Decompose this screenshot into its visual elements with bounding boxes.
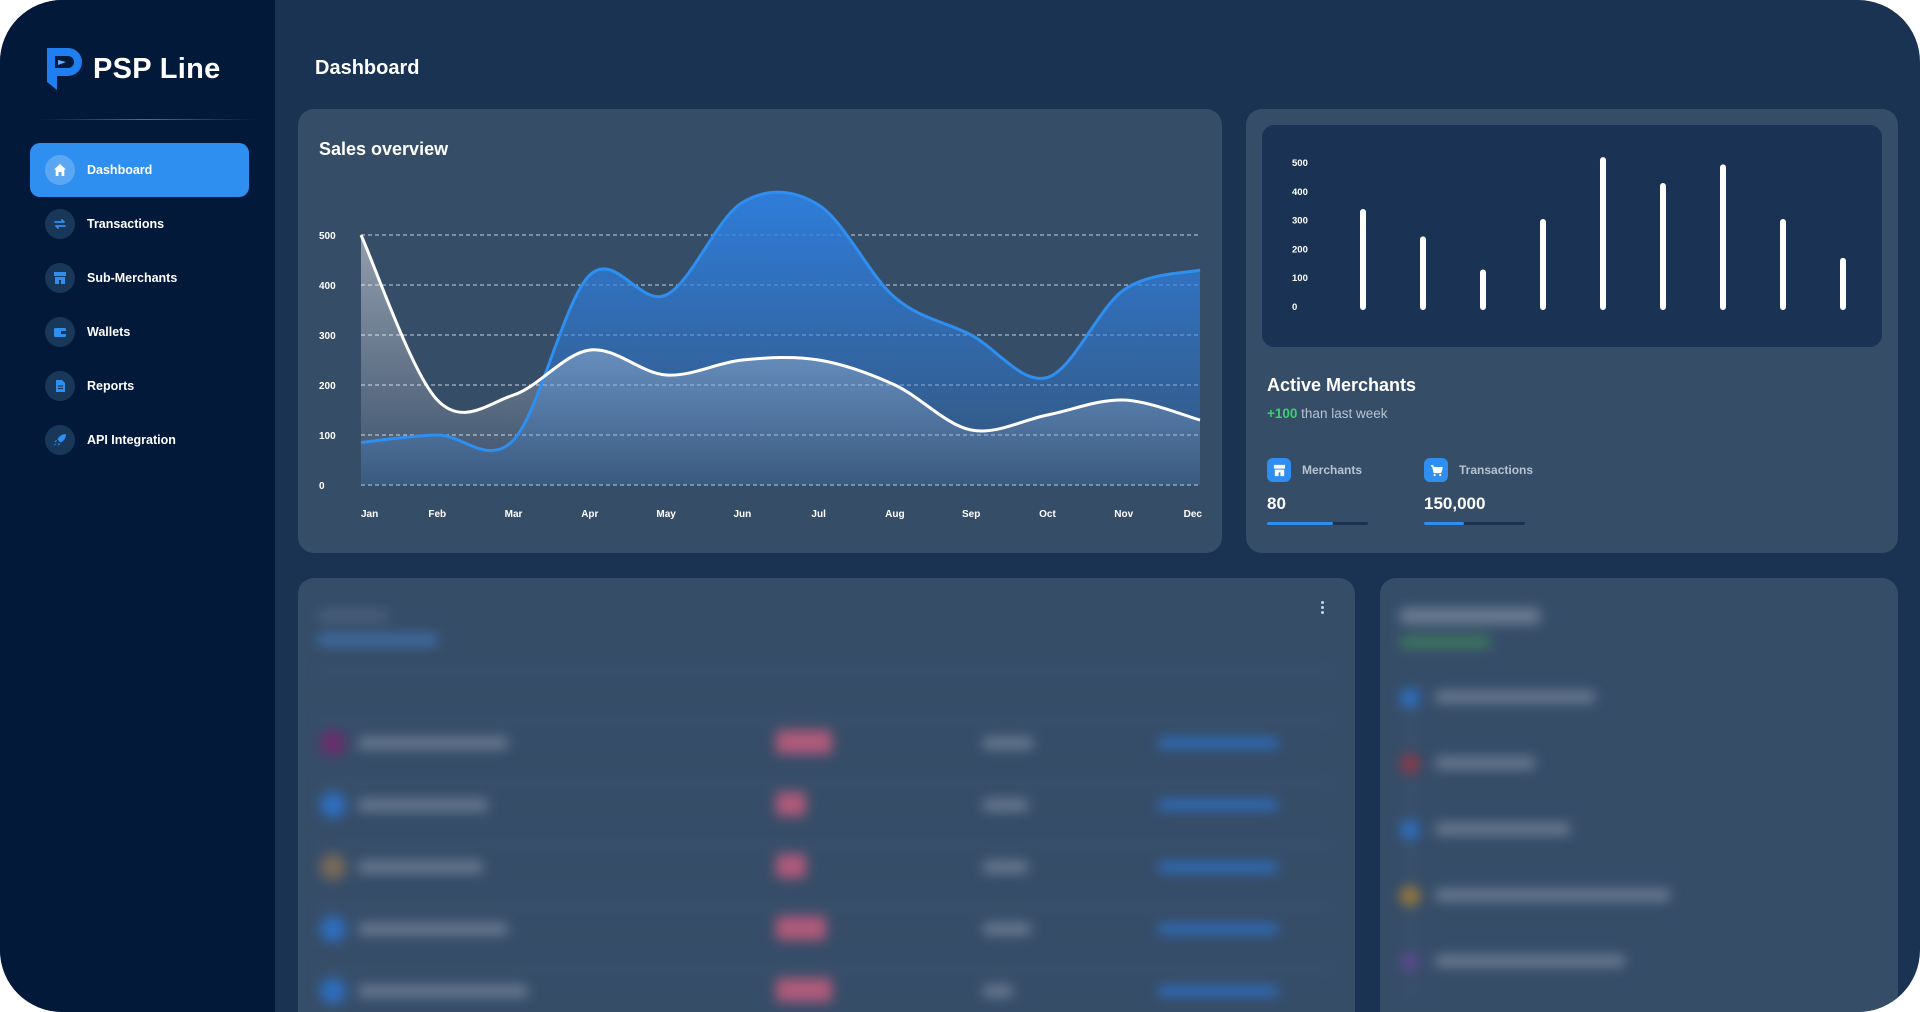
stat-progress-fill xyxy=(1424,522,1465,525)
x-tick-label: Jan xyxy=(361,509,378,520)
sidebar-item-label: API Integration xyxy=(87,433,176,447)
sales-overview-card: Sales overview 0 100 200 300 400 500 Jan Feb Mar… xyxy=(298,109,1222,553)
projects-table-card-blurred xyxy=(298,578,1355,1012)
x-tick-label: Oct xyxy=(1039,509,1056,520)
active-merchants-delta: +100 than last week xyxy=(1267,406,1387,421)
active-merchants-title: Active Merchants xyxy=(1267,375,1417,395)
x-tick-label: May xyxy=(656,509,676,520)
x-tick-label: Sep xyxy=(962,509,980,520)
sidebar-item-label: Sub-Merchants xyxy=(87,271,178,285)
sidebar-item-label: Dashboard xyxy=(87,163,153,177)
store-icon xyxy=(1267,458,1291,482)
store-icon xyxy=(45,263,75,293)
sidebar-item-label: Transactions xyxy=(87,217,165,231)
x-tick-label: Jul xyxy=(811,509,826,520)
brand-name: PSP Line xyxy=(93,52,221,85)
logo-icon xyxy=(47,48,82,90)
more-options-button[interactable] xyxy=(1319,601,1325,617)
y-tick-label: 400 xyxy=(319,281,336,292)
y-tick-label: 0 xyxy=(1292,302,1297,313)
x-tick-label: Mar xyxy=(505,509,523,520)
delta-suffix: than last week xyxy=(1297,406,1388,421)
y-tick-label: 500 xyxy=(1292,158,1308,169)
y-tick-label: 300 xyxy=(319,331,336,342)
stat-value: 80 xyxy=(1267,494,1286,513)
x-tick-label: Dec xyxy=(1184,509,1203,520)
y-tick-label: 500 xyxy=(319,231,336,242)
delta-value: +100 xyxy=(1267,406,1298,421)
sidebar-nav: Dashboard Transactions Sub-Merchants Wal… xyxy=(30,143,249,467)
y-tick-label: 300 xyxy=(1292,216,1308,227)
merchants-bar-chart-panel: 0 100 200 300 400 500 xyxy=(1262,125,1882,347)
blurred-timeline-content xyxy=(1380,578,1898,1012)
sidebar-item-transactions[interactable]: Transactions xyxy=(30,197,249,251)
stat-label: Merchants xyxy=(1302,463,1363,477)
document-icon xyxy=(45,371,75,401)
stat-merchants: Merchants 80 xyxy=(1267,458,1368,525)
y-tick-label: 100 xyxy=(1292,273,1308,284)
stat-progress xyxy=(1267,522,1368,525)
y-tick-label: 400 xyxy=(1292,187,1308,198)
orders-overview-card-blurred xyxy=(1380,578,1898,1012)
x-tick-label: Feb xyxy=(428,509,446,520)
sidebar-item-dashboard[interactable]: Dashboard xyxy=(30,143,249,197)
sidebar-item-sub-merchants[interactable]: Sub-Merchants xyxy=(30,251,249,305)
brand-logo[interactable]: PSP Line xyxy=(44,46,221,92)
sidebar-item-label: Wallets xyxy=(87,325,131,339)
sales-chart: 0 100 200 300 400 500 Jan Feb Mar Apr May Jun Jul Aug… xyxy=(319,190,1203,520)
cart-icon xyxy=(1424,458,1448,482)
merchants-bar-chart: 0 100 200 300 400 500 xyxy=(1292,157,1846,313)
blurred-table-content xyxy=(298,578,1355,1012)
sidebar-item-wallets[interactable]: Wallets xyxy=(30,305,249,359)
home-icon xyxy=(45,155,75,185)
sidebar-item-label: Reports xyxy=(87,379,135,393)
swap-icon xyxy=(45,209,75,239)
y-tick-label: 200 xyxy=(1292,244,1308,255)
x-tick-label: Aug xyxy=(885,509,904,520)
x-tick-label: Nov xyxy=(1114,509,1133,520)
wallet-icon xyxy=(45,317,75,347)
active-merchants-card: 0 100 200 300 400 500 Active Merchants +100 t… xyxy=(1246,109,1898,553)
y-tick-label: 200 xyxy=(319,381,336,392)
y-tick-label: 100 xyxy=(319,431,336,442)
x-tick-label: Apr xyxy=(581,509,598,520)
stat-transactions: Transactions 150,000 xyxy=(1424,458,1533,525)
sidebar: PSP Line Dashboard Transactions Sub-Merc… xyxy=(0,0,275,1012)
sidebar-divider xyxy=(38,119,256,120)
sidebar-item-reports[interactable]: Reports xyxy=(30,359,249,413)
x-tick-label: Jun xyxy=(733,509,751,520)
page-title: Dashboard xyxy=(315,57,420,79)
stat-progress-fill xyxy=(1267,522,1333,525)
y-tick-label: 0 xyxy=(319,481,325,492)
stat-progress xyxy=(1424,522,1525,525)
stat-value: 150,000 xyxy=(1424,494,1486,513)
sidebar-item-api-integration[interactable]: API Integration xyxy=(30,413,249,467)
app-window: PSP Line Dashboard Transactions Sub-Merc… xyxy=(0,0,1920,1012)
rocket-icon xyxy=(45,425,75,455)
stat-label: Transactions xyxy=(1459,463,1534,477)
